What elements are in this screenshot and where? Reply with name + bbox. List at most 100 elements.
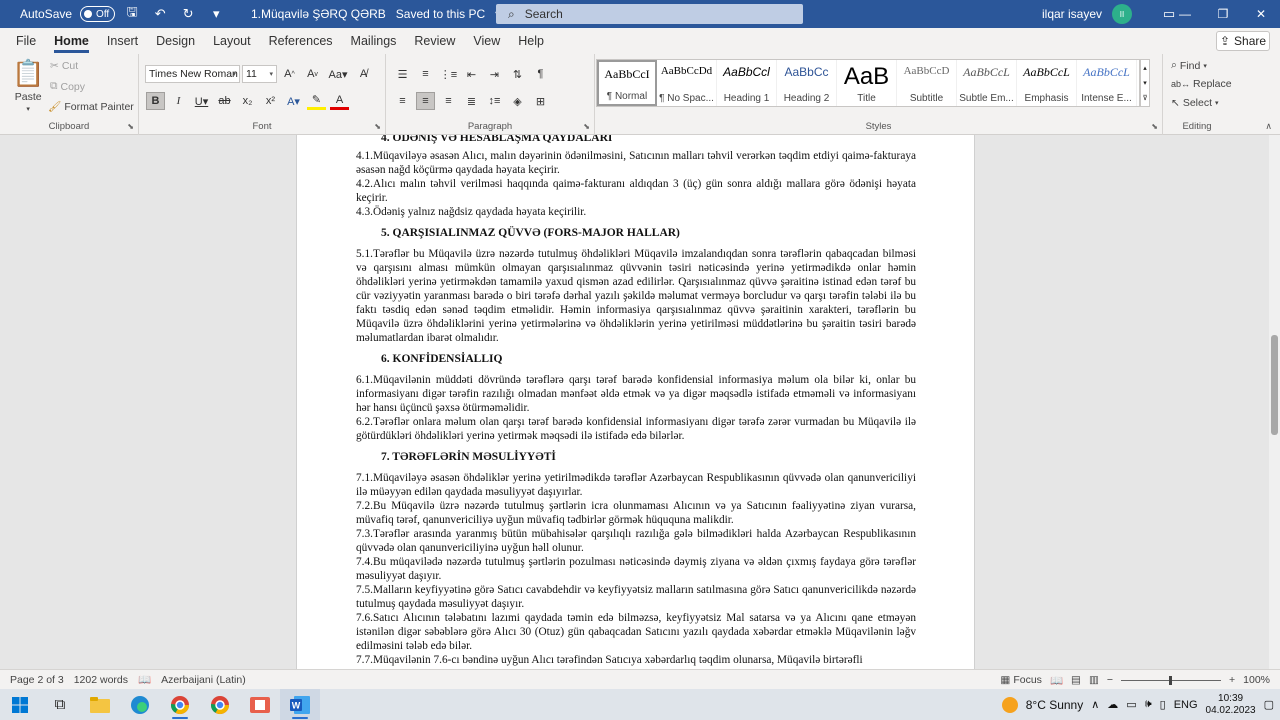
bold-icon[interactable]: B	[146, 92, 165, 110]
copy-button[interactable]: ⧉ Copy	[50, 80, 85, 93]
highlight-icon[interactable]: ✎	[307, 92, 326, 110]
minimize-icon[interactable]: —	[1166, 0, 1204, 28]
style-emphasis[interactable]: AaBbCcL Emphasis	[1017, 60, 1077, 106]
align-center-icon[interactable]: ≡	[416, 92, 435, 110]
word-count[interactable]: 1202 words	[64, 674, 128, 686]
tab-view[interactable]: View	[464, 28, 509, 54]
text-effects-icon[interactable]: A▾	[284, 92, 303, 110]
font-color-icon[interactable]: A	[330, 92, 349, 110]
document-page[interactable]: 4. ÖDƏNİŞ VƏ HESABLAŞMA QAYDALARI 4.1.Mü…	[296, 135, 975, 669]
save-icon[interactable]: 🖫	[121, 3, 143, 25]
strikethrough-icon[interactable]: ab	[215, 92, 234, 110]
sort-icon[interactable]: ⇅	[508, 65, 527, 83]
task-view-icon[interactable]: ⧉	[40, 689, 80, 720]
windows-start-icon[interactable]	[0, 689, 40, 720]
clock[interactable]: 10:39 04.02.2023	[1206, 693, 1256, 717]
line-spacing-icon[interactable]: ↕≡	[485, 92, 504, 110]
style-intense-emphasis[interactable]: AaBbCcL Intense E...	[1077, 60, 1137, 106]
scrollbar-thumb[interactable]	[1271, 335, 1278, 435]
language-indicator[interactable]: ENG	[1174, 699, 1198, 711]
align-right-icon[interactable]: ≡	[439, 92, 458, 110]
tab-home[interactable]: Home	[45, 28, 98, 54]
weather-text[interactable]: 8°C Sunny	[1026, 698, 1084, 712]
increase-indent-icon[interactable]: ⇥	[485, 65, 504, 83]
style-heading-2[interactable]: AaBbCc Heading 2	[777, 60, 837, 106]
italic-icon[interactable]: I	[169, 92, 188, 110]
style-no-spacing[interactable]: AaBbCcDd ¶ No Spac...	[657, 60, 717, 106]
proofing-icon[interactable]: 📖	[128, 673, 151, 686]
bullets-icon[interactable]: ☰	[393, 65, 412, 83]
autosave-toggle[interactable]: Off	[80, 6, 116, 22]
align-left-icon[interactable]: ≡	[393, 92, 412, 110]
zoom-out-icon[interactable]: −	[1107, 674, 1113, 686]
show-paragraph-marks-icon[interactable]: ¶	[531, 65, 550, 83]
tab-layout[interactable]: Layout	[204, 28, 260, 54]
justify-icon[interactable]: ≣	[462, 92, 481, 110]
superscript-icon[interactable]: x²	[261, 92, 280, 110]
redo-icon[interactable]: ↻	[177, 3, 199, 25]
customize-qat-icon[interactable]: ▾	[205, 3, 227, 25]
tab-references[interactable]: References	[260, 28, 342, 54]
vertical-scrollbar[interactable]	[1269, 135, 1280, 669]
multilevel-list-icon[interactable]: ⋮≡	[439, 65, 458, 83]
dialog-launcher-icon[interactable]: ⬊	[127, 122, 134, 131]
replace-button[interactable]: ab↔ Replace	[1171, 78, 1232, 90]
grow-font-icon[interactable]: A ^	[280, 65, 299, 83]
paste-button[interactable]: 📋 Paste ▾	[12, 58, 44, 113]
tab-mailings[interactable]: Mailings	[342, 28, 406, 54]
volume-icon[interactable]: 🕪	[1145, 698, 1152, 711]
underline-icon[interactable]: U▾	[192, 92, 211, 110]
styles-gallery-scroll[interactable]: ▴ ▾ ⊽	[1140, 59, 1150, 107]
zoom-level[interactable]: 100%	[1243, 674, 1270, 686]
subscript-icon[interactable]: x₂	[238, 92, 257, 110]
word-icon[interactable]: W	[280, 689, 320, 720]
cut-button[interactable]: ✂ Cut	[50, 60, 78, 72]
read-mode-icon[interactable]: 📖	[1050, 674, 1063, 687]
clear-formatting-icon[interactable]: A̸	[354, 65, 373, 83]
borders-icon[interactable]: ⊞	[531, 92, 550, 110]
style-heading-1[interactable]: AaBbCcl Heading 1	[717, 60, 777, 106]
dialog-launcher-icon[interactable]: ⬊	[1151, 122, 1158, 131]
avatar[interactable]: II	[1112, 4, 1133, 24]
notifications-icon[interactable]: ▢	[1264, 698, 1274, 711]
zoom-in-icon[interactable]: +	[1229, 674, 1235, 686]
chevron-up-icon[interactable]: ∧	[1091, 698, 1099, 711]
tab-help[interactable]: Help	[509, 28, 553, 54]
font-size-select[interactable]: 11 ▾	[242, 65, 277, 83]
style-subtitle[interactable]: AaBbCcD Subtitle	[897, 60, 957, 106]
document-title[interactable]: 1.Müqavilə ŞƏRQ QƏRB Saved to this PC ▾	[251, 0, 501, 28]
focus-button[interactable]: ▦ Focus	[1000, 674, 1042, 686]
print-layout-icon[interactable]: ▤	[1071, 674, 1081, 686]
select-button[interactable]: ↖ Select ▾	[1171, 97, 1219, 109]
zoom-slider[interactable]	[1121, 675, 1221, 685]
tab-file[interactable]: File	[7, 28, 45, 54]
search-input[interactable]: ⌕ Search	[496, 4, 803, 24]
decrease-indent-icon[interactable]: ⇤	[462, 65, 481, 83]
language[interactable]: Azerbaijani (Latin)	[151, 674, 246, 686]
close-icon[interactable]: ✕	[1242, 0, 1280, 28]
battery-icon[interactable]: ▯	[1160, 698, 1166, 711]
network-icon[interactable]: ▭	[1126, 698, 1136, 711]
tab-insert[interactable]: Insert	[98, 28, 147, 54]
tab-review[interactable]: Review	[405, 28, 464, 54]
page-count[interactable]: Page 2 of 3	[0, 674, 64, 686]
change-case-icon[interactable]: Aa▾	[326, 65, 350, 83]
photos-icon[interactable]	[240, 689, 280, 720]
style-subtle-emphasis[interactable]: AaBbCcL Subtle Em...	[957, 60, 1017, 106]
numbering-icon[interactable]: ≡	[416, 65, 435, 83]
style-title[interactable]: AaB Title	[837, 60, 897, 106]
weather-icon[interactable]	[1001, 696, 1018, 713]
user-account[interactable]: ilqar isayev II ▭	[1042, 0, 1180, 28]
dialog-launcher-icon[interactable]: ⬊	[583, 122, 590, 131]
find-button[interactable]: ⌕ Find ▾	[1171, 59, 1207, 72]
file-explorer-icon[interactable]	[80, 689, 120, 720]
style-normal[interactable]: AaBbCcI ¶ Normal	[597, 60, 657, 106]
undo-icon[interactable]: ↶	[149, 3, 171, 25]
dialog-launcher-icon[interactable]: ⬊	[374, 122, 381, 131]
onedrive-icon[interactable]: ☁	[1107, 698, 1118, 711]
restore-icon[interactable]: ❐	[1204, 0, 1242, 28]
collapse-ribbon-icon[interactable]: ∧	[1265, 121, 1272, 132]
zoom-slider-thumb[interactable]	[1169, 675, 1172, 685]
web-layout-icon[interactable]: ▥	[1089, 674, 1099, 686]
edge-icon[interactable]	[120, 689, 160, 720]
